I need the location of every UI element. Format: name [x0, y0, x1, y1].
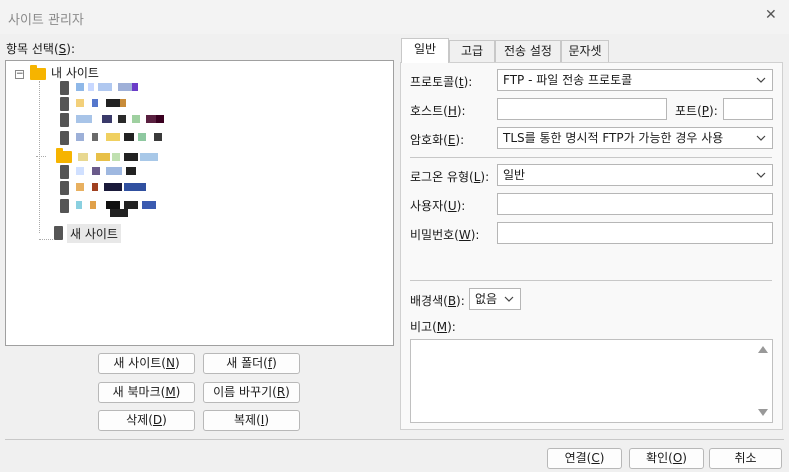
new-site-button[interactable]: 새 사이트(N) — [98, 353, 195, 374]
divider — [410, 157, 772, 158]
chevron-down-icon — [504, 296, 514, 302]
delete-button[interactable]: 삭제(D) — [98, 410, 195, 431]
tab-general[interactable]: 일반 — [401, 38, 449, 63]
protocol-label: 프로토콜(t): — [410, 75, 473, 89]
tab-charset[interactable]: 문자셋 — [561, 40, 609, 62]
user-label: 사용자(U): — [410, 199, 466, 213]
window-title: 사이트 관리자 — [8, 13, 84, 28]
user-input[interactable] — [497, 193, 773, 215]
title-bar: 사이트 관리자 ✕ — [0, 0, 789, 34]
close-icon[interactable]: ✕ — [765, 8, 779, 22]
new-bookmark-button[interactable]: 새 북마크(M) — [98, 382, 195, 403]
collapse-icon[interactable]: − — [15, 70, 24, 79]
logon-type-select[interactable]: 일반 — [497, 164, 773, 186]
encryption-select[interactable]: TLS를 통한 명시적 FTP가 가능한 경우 사용 — [497, 127, 773, 149]
chevron-down-icon — [756, 77, 766, 83]
comments-label: 비고(M): — [410, 320, 456, 334]
chevron-down-icon — [756, 172, 766, 178]
server-icon — [54, 226, 63, 240]
rename-button[interactable]: 이름 바꾸기(R) — [203, 382, 300, 403]
background-color-select[interactable]: 없음 — [469, 288, 521, 310]
scroll-down-icon[interactable] — [758, 409, 768, 416]
background-color-label: 배경색(B): — [410, 294, 465, 308]
tree-item-new-site[interactable]: 새 사이트 — [67, 224, 121, 243]
duplicate-button[interactable]: 복제(I) — [203, 410, 300, 431]
connect-button[interactable]: 연결(C) — [547, 448, 622, 469]
encryption-label: 암호화(E): — [410, 133, 465, 147]
ok-button[interactable]: 확인(O) — [629, 448, 704, 469]
folder-icon — [30, 65, 46, 80]
new-folder-button[interactable]: 새 폴더(f) — [203, 353, 300, 374]
port-input[interactable] — [723, 98, 773, 120]
tree-label: 항목 선택(S): — [6, 42, 76, 56]
host-input[interactable] — [497, 98, 667, 120]
port-label: 포트(P): — [675, 104, 718, 118]
tree-root-label[interactable]: 내 사이트 — [51, 64, 99, 81]
tree-guide — [39, 81, 40, 233]
tab-transfer-settings[interactable]: 전송 설정 — [495, 40, 561, 62]
scroll-up-icon[interactable] — [758, 346, 768, 353]
footer-divider — [5, 439, 784, 440]
password-label: 비밀번호(W): — [410, 228, 480, 242]
tab-advanced[interactable]: 고급 — [449, 40, 495, 62]
comments-textarea[interactable] — [410, 339, 773, 423]
site-tree[interactable]: − 내 사이트 새 사이트 — [5, 60, 394, 346]
cancel-button[interactable]: 취소 — [709, 448, 782, 469]
chevron-down-icon — [756, 135, 766, 141]
protocol-select[interactable]: FTP - 파일 전송 프로토콜 — [497, 69, 773, 91]
host-label: 호스트(H): — [410, 104, 466, 118]
divider — [410, 280, 772, 281]
password-input[interactable] — [497, 222, 773, 244]
logon-type-label: 로그온 유형(L): — [410, 170, 490, 184]
